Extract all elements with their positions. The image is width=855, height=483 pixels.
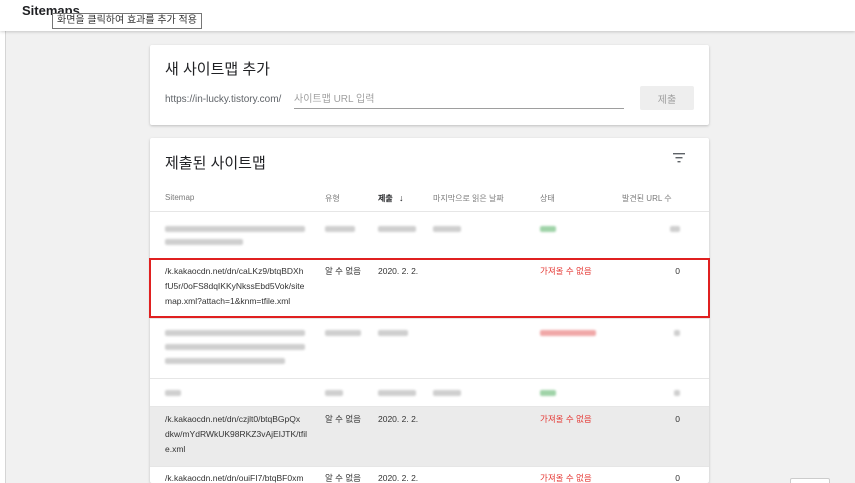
sitemap-type: 알 수 없음: [325, 473, 362, 483]
status-badge: 가져올 수 없음: [540, 473, 592, 483]
submit-button[interactable]: 제출: [640, 86, 694, 110]
column-header-status[interactable]: 상태: [540, 193, 555, 204]
blurred-text: [325, 330, 361, 336]
blurred-text: [674, 390, 680, 396]
sitemap-url-line: map.xml?attach=1&knm=tfile.xml: [165, 296, 291, 306]
blurred-text: [378, 226, 416, 232]
add-sitemap-title: 새 사이트맵 추가: [165, 61, 270, 78]
blurred-status: [540, 226, 556, 232]
blurred-text: [378, 330, 408, 336]
table-row[interactable]: /k.kakaocdn.net/dn/caLKz9/btqBDXh fU5r/0…: [150, 258, 709, 318]
submitted-date: 2020. 2. 2.: [378, 473, 419, 483]
sitemap-url-line: /k.kakaocdn.net/dn/czjlt0/btqBGpQx: [165, 414, 301, 424]
table-row[interactable]: /k.kakaocdn.net/dn/ouiFI7/btqBF0xm 알 수 없…: [150, 466, 709, 483]
left-sidebar-edge: [0, 31, 6, 483]
blurred-text: [165, 239, 243, 245]
sitemap-type: 알 수 없음: [325, 266, 362, 276]
blurred-text: [674, 330, 680, 336]
blurred-status: [540, 330, 596, 336]
submitted-sitemaps-title: 제출된 사이트맵: [165, 155, 266, 172]
blurred-text: [670, 226, 680, 232]
sitemap-url-line: e.xml: [165, 444, 186, 454]
blurred-text: [165, 330, 305, 336]
scroll-button[interactable]: [790, 478, 830, 483]
blurred-text: [165, 226, 305, 232]
blurred-text: [165, 344, 305, 350]
sitemap-url[interactable]: /k.kakaocdn.net/dn/caLKz9/btqBDXh fU5r/0…: [165, 264, 315, 309]
sitemap-url[interactable]: /k.kakaocdn.net/dn/czjlt0/btqBGpQx dkw/m…: [165, 412, 315, 457]
table-row[interactable]: [150, 318, 709, 378]
table-row[interactable]: [150, 378, 709, 406]
sitemap-url-line: dkw/mYdRWkUK98RKZ3vAjEIJTK/tfil: [165, 429, 308, 439]
tooltip: 화면을 클릭하여 효과를 추가 적용: [52, 13, 202, 29]
column-header-sitemap[interactable]: Sitemap: [165, 193, 194, 202]
column-header-type[interactable]: 유형: [325, 193, 340, 204]
submitted-date: 2020. 2. 2.: [378, 266, 419, 276]
column-header-found-urls[interactable]: 발견된 URL 수: [622, 193, 672, 204]
blurred-text: [433, 226, 461, 232]
blurred-text: [433, 390, 461, 396]
status-badge: 가져올 수 없음: [540, 266, 592, 276]
status-badge: 가져올 수 없음: [540, 414, 592, 424]
sitemap-type: 알 수 없음: [325, 414, 362, 424]
sitemap-url-input[interactable]: [294, 91, 624, 109]
sitemap-url-line: fU5r/0oFS8dqIKKyNkssEbd5Vok/site: [165, 281, 305, 291]
blurred-text: [325, 390, 343, 396]
blurred-text: [378, 390, 416, 396]
url-prefix: https://in-lucky.tistory.com/: [165, 94, 282, 105]
add-sitemap-card: 새 사이트맵 추가 https://in-lucky.tistory.com/ …: [150, 45, 709, 125]
found-url-count: 0: [675, 266, 680, 276]
column-header-submitted-label: 제출: [378, 194, 393, 203]
submitted-date: 2020. 2. 2.: [378, 414, 419, 424]
column-header-submitted[interactable]: 제출 ↓: [378, 193, 403, 204]
table-row[interactable]: [150, 211, 709, 258]
blurred-status: [540, 390, 556, 396]
found-url-count: 0: [675, 473, 680, 483]
column-header-last-read[interactable]: 마지막으로 읽은 날짜: [433, 193, 504, 204]
table-row[interactable]: /k.kakaocdn.net/dn/czjlt0/btqBGpQx dkw/m…: [150, 406, 709, 466]
sitemap-url[interactable]: /k.kakaocdn.net/dn/ouiFI7/btqBF0xm: [165, 471, 315, 483]
sitemap-url-line: /k.kakaocdn.net/dn/caLKz9/btqBDXh: [165, 266, 304, 276]
filter-icon[interactable]: [672, 152, 686, 164]
arrow-down-icon: ↓: [398, 193, 404, 203]
blurred-text: [165, 358, 285, 364]
found-url-count: 0: [675, 414, 680, 424]
blurred-text: [165, 390, 181, 396]
submitted-sitemaps-card: 제출된 사이트맵 Sitemap 유형 제출 ↓ 마지막으로 읽은 날짜 상태 …: [150, 138, 709, 483]
blurred-text: [325, 226, 355, 232]
